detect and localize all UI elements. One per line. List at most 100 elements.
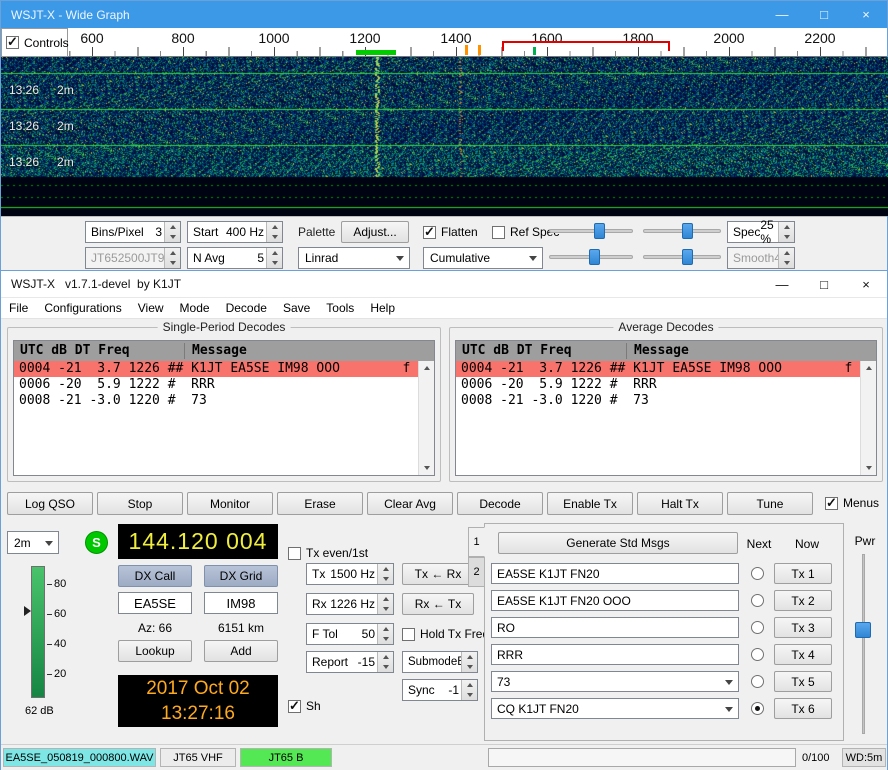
minimize-icon[interactable]: —: [761, 1, 803, 28]
spinbox-arrows-icon[interactable]: [461, 680, 477, 700]
tx-2-button[interactable]: Tx 2: [774, 590, 832, 611]
halt-tx-button[interactable]: Halt Tx: [637, 492, 723, 515]
menu-save[interactable]: Save: [275, 298, 318, 318]
log-qso-button[interactable]: Log QSO: [7, 492, 93, 515]
clear-avg-button[interactable]: Clear Avg: [367, 492, 453, 515]
scroll-down-icon[interactable]: [861, 461, 876, 475]
slider-handle[interactable]: [682, 223, 693, 239]
decode-row[interactable]: 0008 -21 -3.0 1220 # 73: [14, 393, 418, 409]
waterfall-gain-slider[interactable]: [549, 221, 633, 241]
single-decodes-list[interactable]: 0004 -21 3.7 1226 ## K1JT EA5SE IM98 OOO…: [14, 361, 418, 475]
spinbox-arrows-icon[interactable]: [461, 652, 477, 672]
tx-msg-combo-5[interactable]: 73: [491, 671, 739, 692]
bins-pixel-spinbox[interactable]: Bins/Pixel 3: [85, 221, 181, 243]
monitor-button[interactable]: Monitor: [187, 492, 273, 515]
spinbox-arrows-icon[interactable]: [377, 594, 393, 614]
tab-1[interactable]: 1: [468, 527, 485, 557]
spec-percent-spinbox[interactable]: Spec 25 %: [727, 221, 795, 243]
spinbox-arrows-icon[interactable]: [266, 222, 282, 242]
scroll-up-icon[interactable]: [861, 361, 876, 375]
controls-checkbox[interactable]: Controls: [6, 36, 69, 50]
scrollbar[interactable]: [418, 361, 434, 475]
erase-button[interactable]: Erase: [277, 492, 363, 515]
enable-tx-button[interactable]: Enable Tx: [547, 492, 633, 515]
tx-6-button[interactable]: Tx 6: [774, 698, 832, 719]
tx-even-checkbox[interactable]: Tx even/1st: [288, 546, 368, 560]
decode-row[interactable]: 0008 -21 -3.0 1220 # 73: [456, 393, 860, 409]
scroll-down-icon[interactable]: [419, 461, 434, 475]
spinbox-arrows-icon[interactable]: [164, 222, 180, 242]
slider-handle[interactable]: [589, 249, 600, 265]
flatten-checkbox[interactable]: Flatten: [423, 225, 478, 239]
menu-help[interactable]: Help: [362, 298, 403, 318]
stop-button[interactable]: Stop: [97, 492, 183, 515]
tx-msg-radio[interactable]: [751, 702, 764, 715]
menu-decode[interactable]: Decode: [218, 298, 275, 318]
tx-msg-radio[interactable]: [751, 621, 764, 634]
slider-handle[interactable]: [682, 249, 693, 265]
tx-msg-field-3[interactable]: RO: [491, 617, 739, 638]
slider-handle[interactable]: [855, 622, 871, 638]
pwr-slider[interactable]: [855, 554, 871, 734]
menu-tools[interactable]: Tools: [318, 298, 362, 318]
tab-2[interactable]: 2: [468, 557, 485, 587]
tx-msg-field-4[interactable]: RRR: [491, 644, 739, 665]
generate-std-msgs-button[interactable]: Generate Std Msgs: [498, 532, 738, 554]
close-icon[interactable]: ×: [845, 1, 887, 28]
spectrum-zero-slider[interactable]: [643, 247, 721, 267]
n-avg-spinbox[interactable]: N Avg 5: [187, 247, 283, 269]
tx-msg-radio[interactable]: [751, 567, 764, 580]
spinbox-arrows-icon[interactable]: [377, 652, 393, 672]
slider-handle[interactable]: [594, 223, 605, 239]
add-button[interactable]: Add: [204, 640, 278, 662]
spinbox-arrows-icon[interactable]: [377, 624, 393, 644]
tx-msg-radio[interactable]: [751, 594, 764, 607]
average-decodes-list[interactable]: 0004 -21 3.7 1226 ## K1JT EA5SE IM98 OOO…: [456, 361, 860, 475]
tx-msg-radio[interactable]: [751, 648, 764, 661]
spinbox-arrows-icon[interactable]: [266, 248, 282, 268]
tx-msg-field-2[interactable]: EA5SE K1JT FN20 OOO: [491, 590, 739, 611]
menu-mode[interactable]: Mode: [172, 298, 218, 318]
band-combobox[interactable]: 2m: [7, 531, 59, 554]
main-titlebar[interactable]: WSJT-X v1.7.1-devel by K1JT — □ ×: [1, 271, 887, 298]
tx-msg-combo-6[interactable]: CQ K1JT FN20: [491, 698, 739, 719]
decode-button[interactable]: Decode: [457, 492, 543, 515]
maximize-icon[interactable]: □: [803, 271, 845, 297]
menu-view[interactable]: View: [130, 298, 172, 318]
dx-call-field[interactable]: EA5SE: [118, 592, 192, 614]
spinbox-arrows-icon[interactable]: [377, 564, 393, 584]
menu-file[interactable]: File: [1, 298, 36, 318]
tx-from-rx-button[interactable]: Tx ← Rx: [402, 563, 474, 585]
dx-grid-field[interactable]: IM98: [204, 592, 278, 614]
spectrum-gain-slider[interactable]: [549, 247, 633, 267]
submode-spinbox[interactable]: Submode B: [402, 651, 478, 673]
close-icon[interactable]: ×: [845, 271, 887, 297]
wide-graph-titlebar[interactable]: WSJT-X - Wide Graph — □ ×: [1, 1, 887, 28]
accumulation-combobox[interactable]: Cumulative: [423, 247, 543, 269]
scrollbar[interactable]: [860, 361, 876, 475]
lookup-button[interactable]: Lookup: [118, 640, 192, 662]
menus-checkbox[interactable]: Menus: [825, 496, 879, 510]
decode-row[interactable]: 0006 -20 5.9 1222 # RRR: [14, 377, 418, 393]
tx-1-button[interactable]: Tx 1: [774, 563, 832, 584]
rx-freq-spinbox[interactable]: Rx 1226 Hz: [306, 593, 394, 615]
palette-combobox[interactable]: Linrad: [298, 247, 410, 269]
decode-row[interactable]: 0004 -21 3.7 1226 ## K1JT EA5SE IM98 OOO…: [456, 361, 860, 377]
frequency-ruler[interactable]: 600 800 1000 1200 1400 1600 1800 2000 22…: [1, 28, 887, 57]
decode-row[interactable]: 0004 -21 3.7 1226 ## K1JT EA5SE IM98 OOO…: [14, 361, 418, 377]
adjust-palette-button[interactable]: Adjust...: [341, 221, 409, 243]
tx-msg-field-1[interactable]: EA5SE K1JT FN20: [491, 563, 739, 584]
maximize-icon[interactable]: □: [803, 1, 845, 28]
tx-3-button[interactable]: Tx 3: [774, 617, 832, 638]
waterfall-canvas[interactable]: [1, 57, 888, 216]
start-freq-spinbox[interactable]: Start 400 Hz: [187, 221, 283, 243]
sync-spinbox[interactable]: Sync -1: [402, 679, 478, 701]
rx-from-tx-button[interactable]: Rx ← Tx: [402, 593, 474, 615]
minimize-icon[interactable]: —: [761, 271, 803, 297]
spinbox-arrows-icon[interactable]: [778, 222, 794, 242]
tx-msg-radio[interactable]: [751, 675, 764, 688]
tx-freq-spinbox[interactable]: Tx 1500 Hz: [306, 563, 394, 585]
f-tol-spinbox[interactable]: F Tol 50: [306, 623, 394, 645]
report-spinbox[interactable]: Report -15: [306, 651, 394, 673]
tune-button[interactable]: Tune: [727, 492, 813, 515]
